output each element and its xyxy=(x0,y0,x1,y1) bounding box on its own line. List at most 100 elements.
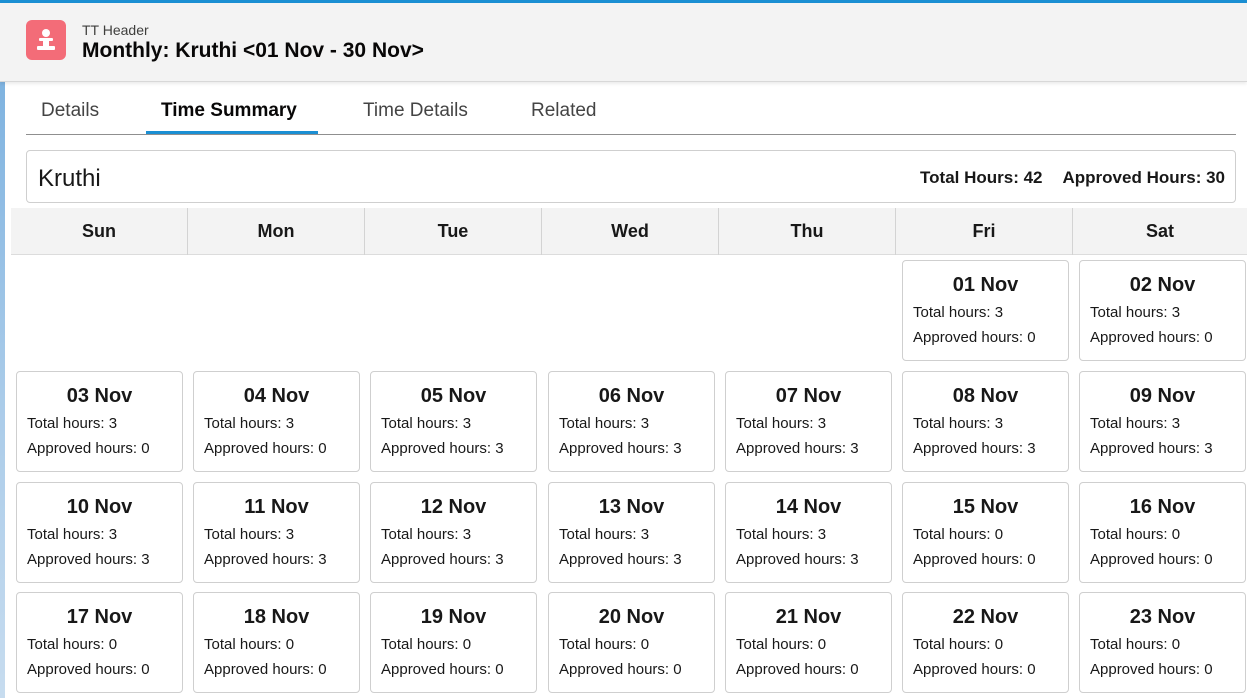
day-approved-hours: Approved hours: 0 xyxy=(1090,661,1213,678)
day-card[interactable]: 03 Nov Total hours: 3 Approved hours: 0 xyxy=(16,371,183,472)
object-type-label: TT Header xyxy=(82,22,149,38)
day-date: 12 Nov xyxy=(420,496,487,518)
day-total-hours: Total hours: 3 xyxy=(736,526,827,543)
day-card[interactable]: 01 Nov Total hours: 3 Approved hours: 0 xyxy=(902,260,1069,361)
day-approved-hours: Approved hours: 3 xyxy=(559,440,682,457)
day-total-hours: Total hours: 3 xyxy=(27,415,118,432)
tab-related[interactable]: Related xyxy=(531,100,597,122)
summary-totals: Total Hours: 42 Approved Hours: 30 xyxy=(920,168,1225,188)
day-card[interactable]: 07 Nov Total hours: 3 Approved hours: 3 xyxy=(725,371,892,472)
record-title: Monthly: Kruthi <01 Nov - 30 Nov> xyxy=(82,39,424,62)
timesheet-icon xyxy=(26,20,66,60)
day-card[interactable]: 05 Nov Total hours: 3 Approved hours: 3 xyxy=(370,371,537,472)
day-approved-hours: Approved hours: 0 xyxy=(27,661,150,678)
day-total-hours: Total hours: 3 xyxy=(1090,415,1181,432)
day-card[interactable]: 04 Nov Total hours: 3 Approved hours: 0 xyxy=(193,371,360,472)
day-card[interactable]: 09 Nov Total hours: 3 Approved hours: 3 xyxy=(1079,371,1246,472)
active-tab-indicator xyxy=(146,131,318,134)
day-card[interactable]: 12 Nov Total hours: 3 Approved hours: 3 xyxy=(370,482,537,583)
day-card[interactable]: 02 Nov Total hours: 3 Approved hours: 0 xyxy=(1079,260,1246,361)
day-card[interactable]: 10 Nov Total hours: 3 Approved hours: 3 xyxy=(16,482,183,583)
day-total-hours: Total hours: 3 xyxy=(204,415,295,432)
day-date: 10 Nov xyxy=(66,496,133,518)
day-approved-hours: Approved hours: 3 xyxy=(736,440,859,457)
day-total-hours: Total hours: 3 xyxy=(381,526,472,543)
day-date: 23 Nov xyxy=(1129,606,1196,628)
day-date: 21 Nov xyxy=(775,606,842,628)
employee-name: Kruthi xyxy=(38,165,101,192)
summary-card: Kruthi Total Hours: 42 Approved Hours: 30 xyxy=(26,150,1236,203)
day-card[interactable]: 22 Nov Total hours: 0 Approved hours: 0 xyxy=(902,592,1069,693)
day-approved-hours: Approved hours: 0 xyxy=(913,551,1036,568)
day-total-hours: Total hours: 0 xyxy=(381,636,472,653)
tab-details[interactable]: Details xyxy=(41,100,99,122)
day-approved-hours: Approved hours: 0 xyxy=(204,661,327,678)
day-approved-hours: Approved hours: 0 xyxy=(736,661,859,678)
weekday-wed: Wed xyxy=(542,208,719,255)
day-date: 11 Nov xyxy=(244,496,309,518)
day-total-hours: Total hours: 3 xyxy=(559,415,650,432)
weekday-sat: Sat xyxy=(1145,221,1174,241)
day-approved-hours: Approved hours: 3 xyxy=(736,551,859,568)
day-date: 20 Nov xyxy=(598,606,665,628)
day-date: 19 Nov xyxy=(420,606,487,628)
day-approved-hours: Approved hours: 0 xyxy=(913,661,1036,678)
day-total-hours: Total hours: 3 xyxy=(913,415,1004,432)
weekday-fri: Fri xyxy=(896,208,1073,255)
day-card[interactable]: 23 Nov Total hours: 0 Approved hours: 0 xyxy=(1079,592,1246,693)
day-total-hours: Total hours: 3 xyxy=(381,415,472,432)
day-card[interactable]: 06 Nov Total hours: 3 Approved hours: 3 xyxy=(548,371,715,472)
day-approved-hours: Approved hours: 0 xyxy=(381,661,504,678)
weekday-sun: Sun xyxy=(11,208,188,255)
day-total-hours: Total hours: 0 xyxy=(1090,636,1181,653)
total-hours-label: Total Hours: 42 xyxy=(920,168,1043,187)
weekday-tue: Tue xyxy=(365,208,542,255)
day-approved-hours: Approved hours: 3 xyxy=(27,551,150,568)
day-date: 01 Nov xyxy=(952,274,1019,296)
day-approved-hours: Approved hours: 3 xyxy=(913,440,1036,457)
day-total-hours: Total hours: 3 xyxy=(736,415,827,432)
day-date: 16 Nov xyxy=(1129,496,1196,518)
day-card[interactable]: 20 Nov Total hours: 0 Approved hours: 0 xyxy=(548,592,715,693)
day-card[interactable]: 17 Nov Total hours: 0 Approved hours: 0 xyxy=(16,592,183,693)
tab-time-summary[interactable]: Time Summary xyxy=(161,100,297,122)
day-approved-hours: Approved hours: 0 xyxy=(1090,329,1213,346)
day-date: 07 Nov xyxy=(775,385,842,407)
weekday-header-row: Sun Mon Tue Wed Thu Fri Sat xyxy=(11,208,1247,255)
day-date: 13 Nov xyxy=(598,496,665,518)
tab-time-details[interactable]: Time Details xyxy=(363,100,468,122)
day-date: 04 Nov xyxy=(243,385,310,407)
day-card[interactable]: 18 Nov Total hours: 0 Approved hours: 0 xyxy=(193,592,360,693)
tab-bar: Details Time Summary Time Details Relate… xyxy=(26,94,1236,135)
record-header: TT Header Monthly: Kruthi <01 Nov - 30 N… xyxy=(0,3,1247,82)
approved-hours-label: Approved Hours: 30 xyxy=(1062,168,1225,187)
day-total-hours: Total hours: 3 xyxy=(559,526,650,543)
day-total-hours: Total hours: 0 xyxy=(1090,526,1181,543)
day-approved-hours: Approved hours: 3 xyxy=(381,440,504,457)
day-card[interactable]: 14 Nov Total hours: 3 Approved hours: 3 xyxy=(725,482,892,583)
day-total-hours: Total hours: 3 xyxy=(913,304,1004,321)
day-total-hours: Total hours: 0 xyxy=(913,636,1004,653)
day-date: 15 Nov xyxy=(952,496,1019,518)
day-total-hours: Total hours: 3 xyxy=(27,526,118,543)
day-approved-hours: Approved hours: 0 xyxy=(1090,551,1213,568)
day-approved-hours: Approved hours: 3 xyxy=(559,551,682,568)
day-card[interactable]: 16 Nov Total hours: 0 Approved hours: 0 xyxy=(1079,482,1246,583)
day-total-hours: Total hours: 3 xyxy=(204,526,295,543)
day-approved-hours: Approved hours: 0 xyxy=(913,329,1036,346)
day-total-hours: Total hours: 0 xyxy=(204,636,295,653)
day-approved-hours: Approved hours: 3 xyxy=(204,551,327,568)
day-card[interactable]: 08 Nov Total hours: 3 Approved hours: 3 xyxy=(902,371,1069,472)
day-total-hours: Total hours: 0 xyxy=(559,636,650,653)
day-date: 22 Nov xyxy=(952,606,1019,628)
day-date: 05 Nov xyxy=(420,385,487,407)
day-card[interactable]: 19 Nov Total hours: 0 Approved hours: 0 xyxy=(370,592,537,693)
day-card[interactable]: 21 Nov Total hours: 0 Approved hours: 0 xyxy=(725,592,892,693)
day-approved-hours: Approved hours: 3 xyxy=(1090,440,1213,457)
day-card[interactable]: 15 Nov Total hours: 0 Approved hours: 0 xyxy=(902,482,1069,583)
day-date: 14 Nov xyxy=(775,496,842,518)
day-card[interactable]: 11 Nov Total hours: 3 Approved hours: 3 xyxy=(193,482,360,583)
page: TT Header Monthly: Kruthi <01 Nov - 30 N… xyxy=(0,0,1247,698)
day-card[interactable]: 13 Nov Total hours: 3 Approved hours: 3 xyxy=(548,482,715,583)
day-approved-hours: Approved hours: 0 xyxy=(27,440,150,457)
